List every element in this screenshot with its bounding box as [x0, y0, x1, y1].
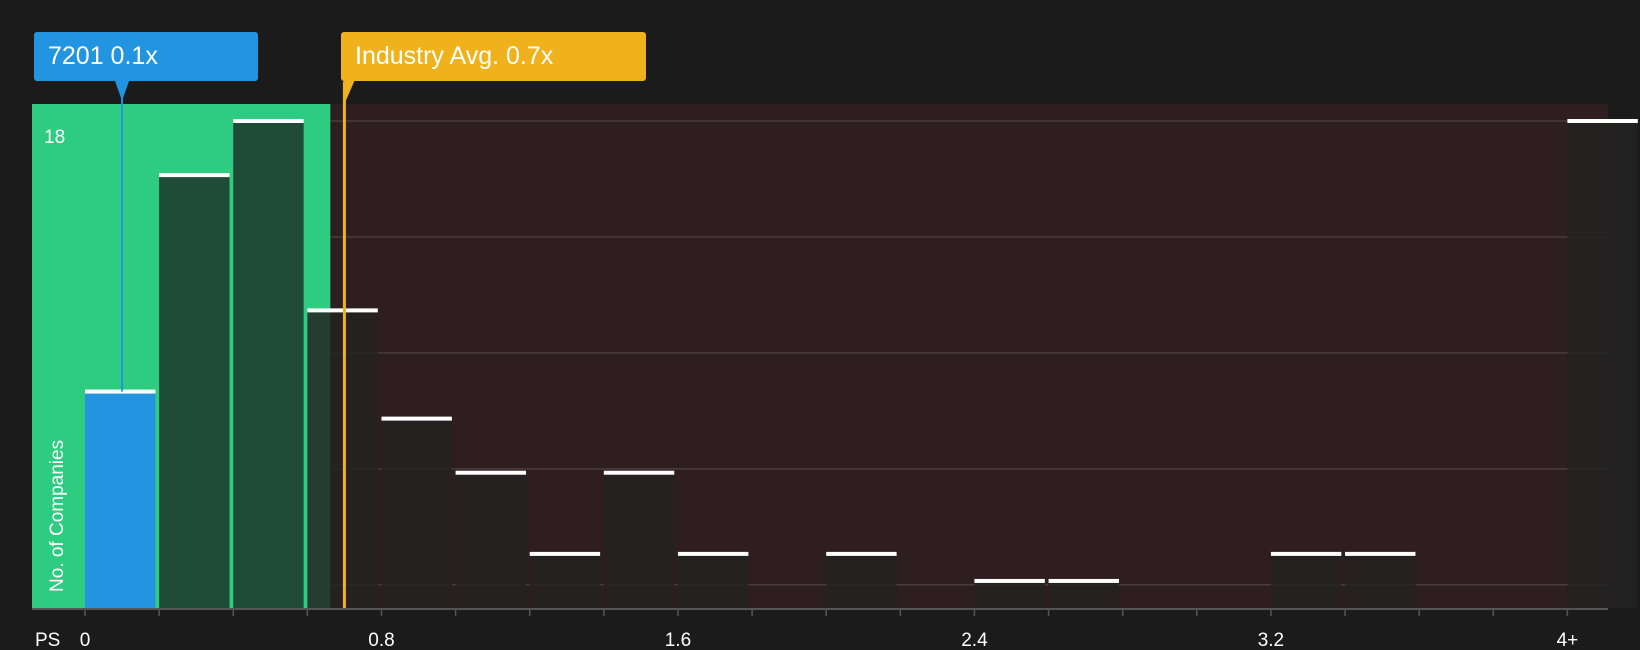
company-ps-callout: 7201 0.1x: [34, 32, 258, 81]
histogram-bar-top: [85, 389, 156, 394]
x-axis-title: PS: [35, 630, 60, 650]
histogram-bar: [85, 391, 156, 608]
x-tick-label: 4+: [1557, 630, 1579, 650]
histogram-bar-top: [529, 551, 601, 556]
histogram-bar: [455, 472, 527, 608]
histogram-bar-top: [1048, 578, 1119, 583]
histogram-bar-top: [1567, 119, 1638, 123]
histogram-bar-top: [307, 308, 378, 313]
histogram-bar: [307, 310, 378, 608]
histogram-bar: [381, 418, 452, 608]
histogram-bar: [233, 121, 304, 608]
price-to-sales-histogram: 0 0.8 1.6 2.4 3.2 4+ 18 No. of Companies PS: [32, 81, 1638, 650]
histogram-bar-top: [826, 551, 897, 556]
industry-callout-pointer: [343, 81, 355, 104]
industry-average-callout: Industry Avg. 0.7x: [341, 32, 646, 81]
histogram-bar-top: [233, 119, 304, 123]
y-axis-title: No. of Companies: [47, 440, 68, 592]
x-tick-label: 3.2: [1258, 630, 1284, 650]
histogram-bar: [159, 175, 230, 608]
histogram-bar-top: [1345, 551, 1416, 556]
histogram-bar: [603, 472, 675, 608]
histogram-bar-top: [381, 416, 452, 421]
histogram-bar: [1048, 580, 1119, 608]
histogram-bar-top: [455, 470, 527, 475]
company-callout-pointer: [115, 81, 130, 101]
histogram-bar: [1270, 553, 1342, 608]
x-tick-label: 2.4: [961, 630, 988, 650]
histogram-bar: [529, 553, 601, 608]
x-axis: 0 0.8 1.6 2.4 3.2 4+: [32, 608, 1608, 650]
histogram-bar: [1345, 553, 1416, 608]
histogram-bar-top: [1270, 551, 1342, 556]
histogram-bar: [974, 580, 1045, 608]
histogram-bar-top: [974, 578, 1045, 583]
histogram-bar-top: [603, 470, 675, 475]
histogram-bar-top: [677, 551, 749, 556]
x-tick-label: 0: [80, 630, 91, 650]
histogram-bar: [1567, 121, 1638, 608]
histogram-bar: [826, 553, 897, 608]
y-axis-max-label: 18: [44, 127, 65, 148]
histogram-bar-top: [159, 173, 230, 178]
x-tick-label: 1.6: [665, 630, 691, 650]
histogram-bar: [677, 553, 749, 608]
x-tick-label: 0.8: [368, 630, 394, 650]
